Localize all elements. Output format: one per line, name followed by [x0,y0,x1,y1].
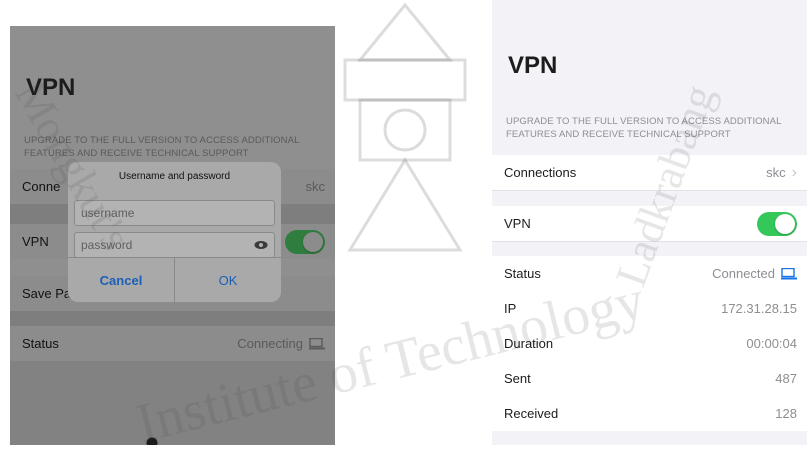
connections-label: Conne [22,179,61,194]
status-label: Status [22,336,59,351]
upgrade-link[interactable]: UPGRADE TO THE FULL VERSION TO ACCESS AD… [24,134,329,160]
page-title: VPN [26,74,76,101]
upgrade-link[interactable]: UPGRADE TO THE FULL VERSION TO ACCESS AD… [506,115,806,141]
status-value: Connecting [237,336,303,351]
info-icon [146,437,158,445]
sent-label: Sent [504,371,531,386]
crest-watermark [343,2,467,252]
status-row: Status Connected [492,256,807,292]
received-row: Received 128 [492,396,807,431]
chevron-right-icon: › [791,163,797,181]
vpn-row: VPN [492,206,807,242]
vpn-label: VPN [22,234,49,249]
password-field[interactable]: password [74,232,275,258]
sent-value: 487 [775,371,797,386]
duration-row: Duration 00:00:04 [492,326,807,362]
device-status-icon [781,267,797,279]
left-screen: VPN UPGRADE TO THE FULL VERSION TO ACCES… [10,26,335,445]
dialog-buttons: Cancel OK [68,257,281,302]
username-field[interactable]: username [74,200,275,226]
duration-value: 00:00:04 [746,336,797,351]
received-label: Received [504,406,559,421]
footer-area [10,361,335,445]
device-status-icon [309,337,325,349]
ok-button[interactable]: OK [174,258,281,302]
duration-label: Duration [504,336,554,351]
right-screen: VPN UPGRADE TO THE FULL VERSION TO ACCES… [492,0,807,445]
status-value: Connected [712,266,775,281]
connections-row[interactable]: Connections skc › [492,155,807,191]
ip-value: 172.31.28.15 [721,301,797,316]
connections-value: skc [766,165,786,180]
sent-row: Sent 487 [492,361,807,397]
vpn-toggle[interactable] [757,211,797,236]
ip-row: IP 172.31.28.15 [492,291,807,327]
ip-label: IP [504,301,517,316]
status-row: Status Connecting [10,326,335,361]
section-gap [10,311,335,326]
credentials-dialog: Username and password username password … [68,162,281,302]
eye-icon[interactable] [254,240,268,250]
dialog-title: Username and password [118,171,231,182]
save-password-label: Save Pa [22,286,72,301]
cancel-button[interactable]: Cancel [68,258,174,302]
received-value: 128 [775,406,797,421]
